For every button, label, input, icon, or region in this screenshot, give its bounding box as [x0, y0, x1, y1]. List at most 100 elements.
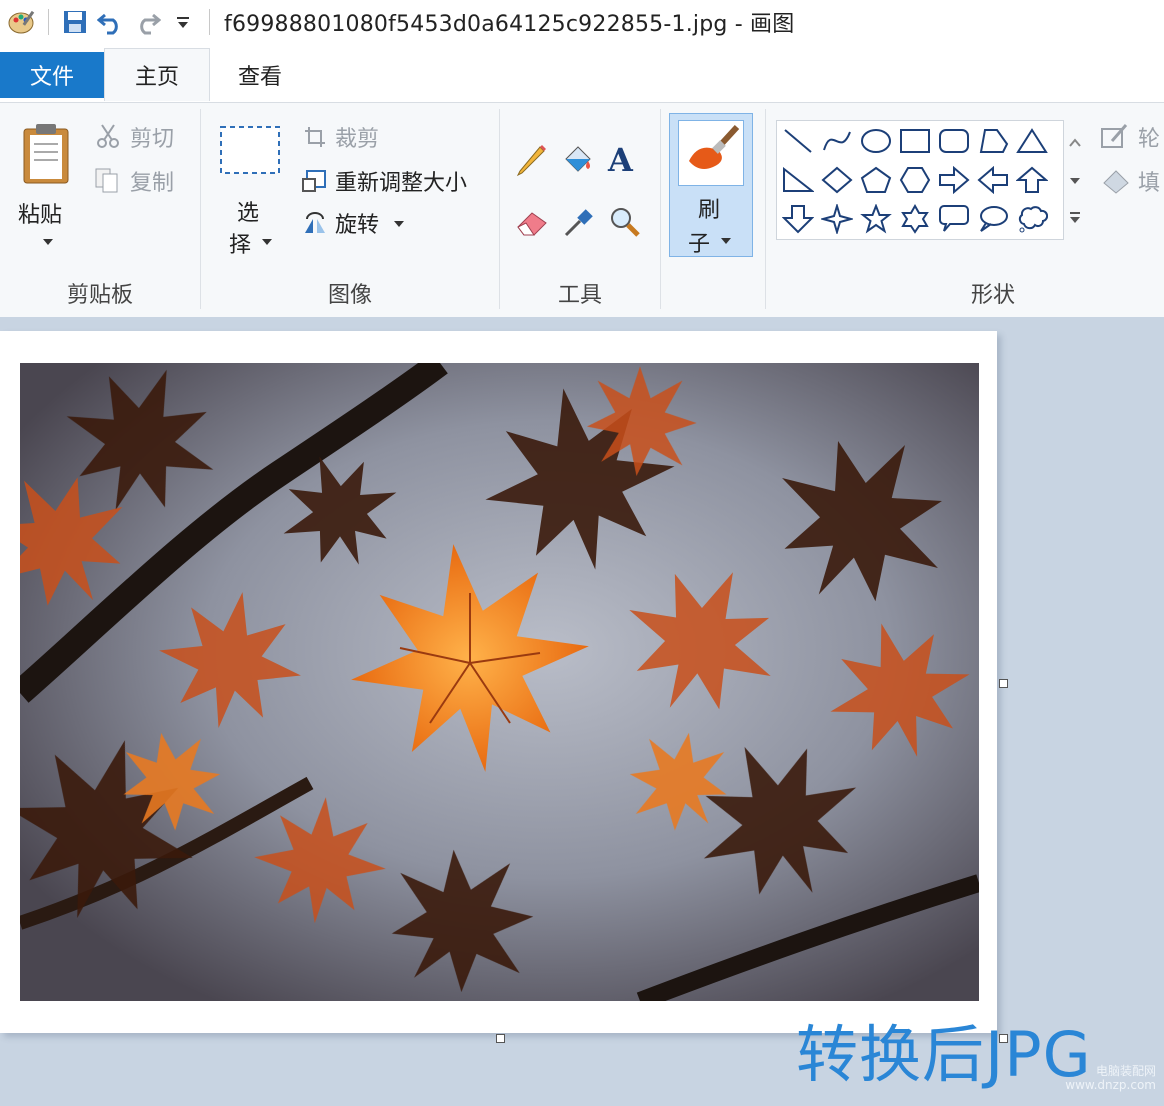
cut-label: 剪切: [130, 127, 175, 152]
image-group-label: 图像: [327, 283, 372, 308]
rotate-label: 旋转: [335, 213, 380, 238]
undo-icon[interactable]: [93, 4, 129, 40]
crop-button[interactable]: 裁剪: [301, 121, 401, 153]
curve-shape-icon[interactable]: [818, 123, 856, 159]
shapes-gallery: [776, 120, 1064, 240]
save-icon[interactable]: [57, 4, 93, 40]
drawing-canvas[interactable]: [0, 331, 997, 1033]
select-label-top: 选: [237, 201, 260, 226]
rounded-rectangle-shape-icon[interactable]: [935, 123, 973, 159]
select-label-bottom: 择: [229, 233, 252, 258]
tools-group-label: 工具: [557, 283, 602, 308]
redo-icon[interactable]: [129, 4, 165, 40]
paint-app-icon[interactable]: [4, 4, 40, 40]
copy-icon: [95, 168, 118, 193]
watermark-line2: www.dnzp.com: [1065, 1078, 1156, 1092]
clipboard-group-label: 剪贴板: [66, 283, 133, 308]
rounded-callout-shape-icon[interactable]: [935, 201, 973, 237]
clipboard-icon: [23, 124, 69, 184]
resize-label: 重新调整大小: [335, 171, 468, 196]
copy-label: 复制: [130, 171, 175, 196]
text-tool-icon[interactable]: A: [608, 141, 644, 179]
brushes-label-bottom: 子: [688, 232, 711, 257]
rotate-button[interactable]: 旋转: [301, 207, 421, 239]
right-arrow-shape-icon[interactable]: [935, 162, 973, 198]
brush-preview: [678, 120, 744, 186]
diamond-shape-icon[interactable]: [818, 162, 856, 198]
customize-toolbar-icon[interactable]: [165, 4, 201, 40]
triangle-shape-icon[interactable]: [1013, 123, 1051, 159]
crop-icon: [305, 127, 325, 147]
fill-label: 填: [1138, 171, 1161, 196]
paste-button[interactable]: 粘贴: [12, 117, 78, 257]
rotate-icon: [305, 212, 325, 233]
expand-gallery-icon[interactable]: [1068, 210, 1082, 224]
resize-handle-bottom[interactable]: [496, 1034, 505, 1043]
right-triangle-shape-icon[interactable]: [779, 162, 817, 198]
fill-button[interactable]: 填: [1098, 163, 1164, 197]
tools-group: A 工具: [500, 103, 660, 317]
chevron-down-icon: [43, 239, 53, 245]
separator: [209, 9, 210, 35]
left-arrow-shape-icon[interactable]: [974, 162, 1012, 198]
canvas-workspace[interactable]: [0, 317, 1164, 1106]
rectangle-shape-icon[interactable]: [896, 123, 934, 159]
ribbon-tabs: 文件 主页 查看: [0, 48, 1164, 102]
watermark: 电脑装配网 www.dnzp.com: [1065, 1064, 1156, 1092]
resize-handle-right[interactable]: [999, 679, 1008, 688]
shapes-scroll: [1064, 120, 1086, 238]
hexagon-shape-icon[interactable]: [896, 162, 934, 198]
select-button[interactable]: 选 择: [217, 123, 283, 258]
chevron-down-icon: [394, 221, 404, 227]
maple-leaves-image: [20, 363, 979, 1001]
brushes-button[interactable]: 刷 子: [669, 113, 753, 257]
pencil-icon[interactable]: [514, 143, 550, 179]
fill-icon: [1103, 170, 1129, 194]
clipboard-group: 粘贴 剪切 复制 剪贴板: [0, 103, 200, 317]
outline-button[interactable]: 轮: [1098, 121, 1164, 155]
scissors-icon: [97, 124, 119, 148]
tab-home[interactable]: 主页: [104, 48, 210, 101]
resize-button[interactable]: 重新调整大小: [301, 165, 491, 197]
shapes-group-label: 形状: [970, 283, 1015, 308]
down-arrow-shape-icon[interactable]: [779, 201, 817, 237]
title-bar: f69988801080f5453d0a64125c922855-1.jpg -…: [0, 0, 1164, 44]
fill-bucket-icon[interactable]: [560, 141, 598, 179]
text-glyph: A: [608, 141, 633, 179]
crop-label: 裁剪: [335, 127, 380, 152]
brushes-label-top: 刷: [698, 198, 721, 223]
separator: [48, 9, 49, 35]
four-point-star-shape-icon[interactable]: [818, 201, 856, 237]
separator: [660, 109, 661, 309]
oval-shape-icon[interactable]: [857, 123, 895, 159]
scroll-down-icon[interactable]: [1068, 176, 1082, 186]
tab-file[interactable]: 文件: [0, 52, 104, 98]
tab-view[interactable]: 查看: [208, 52, 312, 98]
six-point-star-shape-icon[interactable]: [896, 201, 934, 237]
eraser-icon[interactable]: [514, 207, 550, 241]
copy-button[interactable]: 复制: [94, 165, 194, 197]
line-shape-icon[interactable]: [779, 123, 817, 159]
autumn-leaves-photo: [20, 363, 979, 1001]
ribbon: 粘贴 剪切 复制 剪贴板 选 择 裁剪 重新调整大小 旋转 图像 A 工具 刷 …: [0, 102, 1164, 318]
polygon-shape-icon[interactable]: [974, 123, 1012, 159]
converted-jpg-caption: 转换后JPG: [796, 1018, 1092, 1091]
resize-icon: [302, 170, 326, 192]
cloud-callout-shape-icon[interactable]: [1013, 201, 1051, 237]
pentagon-shape-icon[interactable]: [857, 162, 895, 198]
selection-rectangle-icon: [220, 126, 280, 174]
oval-callout-shape-icon[interactable]: [974, 201, 1012, 237]
outline-icon: [1101, 124, 1128, 148]
five-point-star-shape-icon[interactable]: [857, 201, 895, 237]
scroll-up-icon[interactable]: [1068, 138, 1082, 148]
outline-label: 轮: [1138, 127, 1161, 152]
paste-label: 粘贴: [18, 203, 63, 228]
window-title: f69988801080f5453d0a64125c922855-1.jpg -…: [224, 12, 795, 37]
magnifier-icon[interactable]: [608, 205, 644, 241]
image-group: 选 择 裁剪 重新调整大小 旋转 图像: [201, 103, 499, 317]
color-picker-icon[interactable]: [562, 205, 598, 241]
watermark-line1: 电脑装配网: [1095, 1064, 1156, 1078]
cut-button[interactable]: 剪切: [94, 121, 194, 153]
brush-icon: [689, 124, 740, 169]
up-arrow-shape-icon[interactable]: [1013, 162, 1051, 198]
